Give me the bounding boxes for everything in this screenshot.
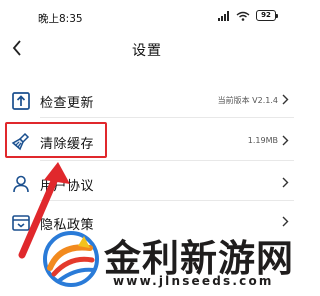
watermark-logo-icon — [43, 231, 99, 287]
watermark: 金利新游网 www.jlnseeds.com — [40, 226, 294, 296]
watermark-url: www.jlnseeds.com — [113, 274, 274, 288]
